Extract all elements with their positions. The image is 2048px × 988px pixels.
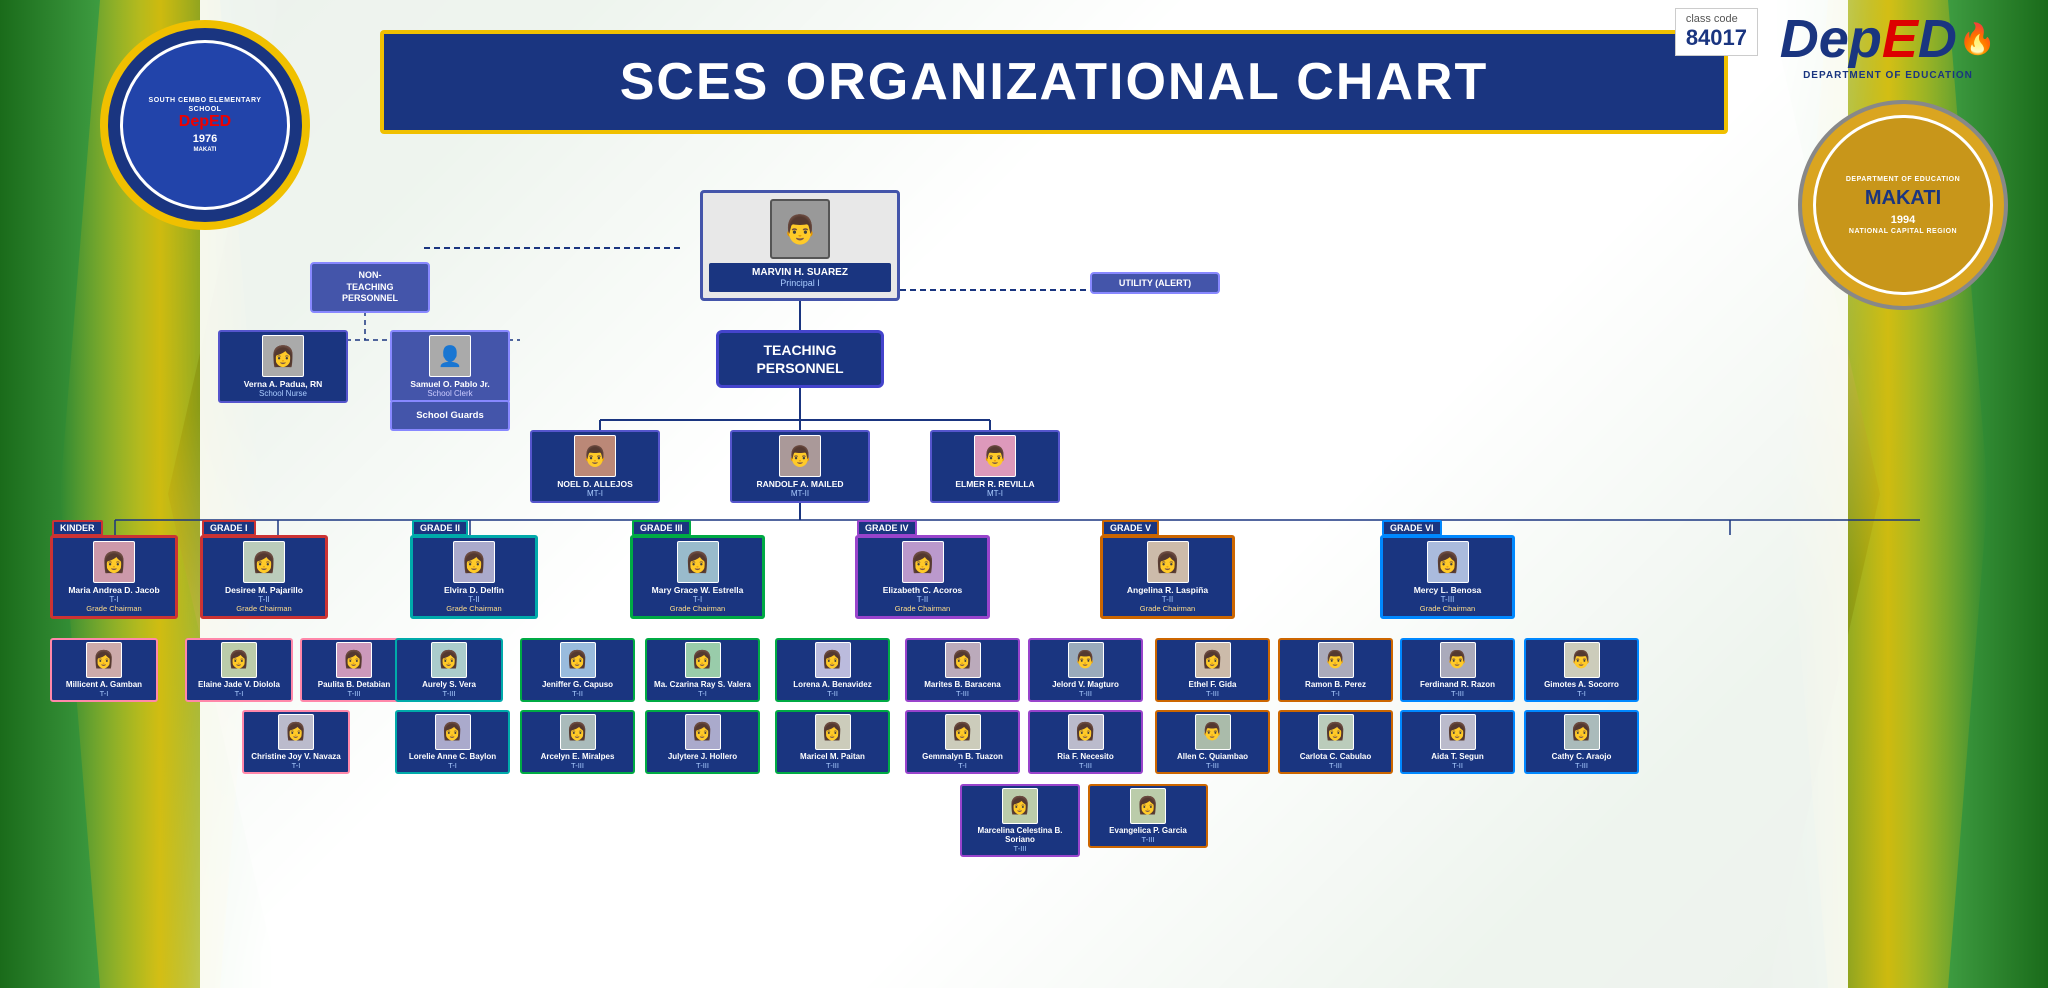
- grade6-teacher-2: 👩 Aida T. Segun T-II: [1400, 710, 1515, 774]
- school-guards-label: School Guards: [396, 410, 504, 421]
- grade6-teacher-3: 👨 Gimotes A. Socorro T-I: [1524, 638, 1639, 702]
- grade1-chairman-name: Desiree M. Pajarillo: [206, 585, 322, 595]
- non-teaching-label: NON-TEACHINGPERSONNEL: [322, 270, 418, 305]
- grade5-teacher-4: 👩 Carlota C. Cabulao T-III: [1278, 710, 1393, 774]
- clerk-name: Samuel O. Pablo Jr.: [395, 379, 505, 389]
- grade1-label: GRADE I: [202, 520, 256, 536]
- class-code-number: 84017: [1686, 25, 1747, 51]
- utility-label: UTILITY (ALERT): [1100, 278, 1210, 288]
- principal-name: MARVIN H. SUAREZ: [713, 267, 887, 278]
- kinder-chairman-name: Maria Andrea D. Jacob: [56, 585, 172, 595]
- grade1-chairman-box: 👩 Desiree M. Pajarillo T-II Grade Chairm…: [200, 535, 328, 619]
- grade3-chairman-box: 👩 Mary Grace W. Estrella T-I Grade Chair…: [630, 535, 765, 619]
- nurse-role: School Nurse: [223, 389, 343, 398]
- mt1-role: MT-I: [535, 489, 655, 498]
- mt3-role: MT-I: [935, 489, 1055, 498]
- mt2-role: MT-II: [735, 489, 865, 498]
- grade5-chairman-box: 👩 Angelina R. Laspiña T-II Grade Chairma…: [1100, 535, 1235, 619]
- title-box: SCES ORGANIZATIONAL CHART: [380, 30, 1728, 134]
- grade3-teacher-5: 👩 Lorena A. Benavidez T-II: [775, 638, 890, 702]
- school-nurse-box: 👩 Verna A. Padua, RN School Nurse: [218, 330, 348, 403]
- grade4-teacher-3: 👩 Gemmalyn B. Tuazon T-I: [905, 710, 1020, 774]
- mt-revilla-box: 👨 ELMER R. REVILLA MT-I: [930, 430, 1060, 503]
- grade2-teacher-1: 👩 Aurely S. Vera T-III: [395, 638, 503, 702]
- grade4-teacher-5: 👩 Marcelina Celestina B. Soriano T-III: [960, 784, 1080, 857]
- non-teaching-box: NON-TEACHINGPERSONNEL: [310, 262, 430, 313]
- teaching-personnel-label: TEACHINGPERSONNEL: [735, 341, 865, 377]
- teaching-personnel-box: TEACHINGPERSONNEL: [716, 330, 884, 388]
- grade5-chairman-name: Angelina R. Laspiña: [1106, 585, 1229, 595]
- grade5-teacher-3: 👨 Ramon B. Perez T-I: [1278, 638, 1393, 702]
- grade3-teacher-4: 👩 Julytere J. Hollero T-III: [645, 710, 760, 774]
- deped-logo: De p E D 🔥 DEPARTMENT OF EDUCATION: [1748, 8, 2028, 81]
- grade3-label: GRADE III: [632, 520, 691, 536]
- main-container: SCES ORGANIZATIONAL CHART class code 840…: [0, 0, 2048, 988]
- grade5-label: GRADE V: [1102, 520, 1159, 536]
- grade3-teacher-3: 👩 Ma. Czarina Ray S. Valera T-I: [645, 638, 760, 702]
- mt-allejos-box: 👨 NOEL D. ALLEJOS MT-I: [530, 430, 660, 503]
- makati-logo: DEPARTMENT OF EDUCATION MAKATI 1994 NATI…: [1798, 100, 2018, 320]
- deped-subtitle: DEPARTMENT OF EDUCATION: [1748, 70, 2028, 81]
- kinder-teacher-1: 👩 Millicent A. Gamban T-I: [50, 638, 158, 702]
- makati-year: 1994: [1891, 214, 1915, 226]
- grade2-teacher-2: 👩 Lorelie Anne C. Baylon T-I: [395, 710, 510, 774]
- school-guards-box: School Guards: [390, 400, 510, 431]
- mt1-name: NOEL D. ALLEJOS: [535, 479, 655, 489]
- utility-box: UTILITY (ALERT): [1090, 272, 1220, 294]
- class-code-box: class code 84017: [1675, 8, 1758, 56]
- grade3-teacher-2: 👩 Arcelyn E. Miralpes T-III: [520, 710, 635, 774]
- nurse-name: Verna A. Padua, RN: [223, 379, 343, 389]
- mt-mailed-box: 👨 RANDOLF A. MAILED MT-II: [730, 430, 870, 503]
- grade5-teacher-5: 👩 Evangelica P. Garcia T-III: [1088, 784, 1208, 848]
- page-title: SCES ORGANIZATIONAL CHART: [404, 52, 1704, 112]
- grade1-teacher-1: 👩 Elaine Jade V. Diolola T-I: [185, 638, 293, 702]
- grade6-label: GRADE VI: [1382, 520, 1442, 536]
- grade4-chairman-box: 👩 Elizabeth C. Acoros T-II Grade Chairma…: [855, 535, 990, 619]
- grade6-chairman-name: Mercy L. Benosa: [1386, 585, 1509, 595]
- grade2-chairman-box: 👩 Elvira D. Delfin T-II Grade Chairman: [410, 535, 538, 619]
- clerk-role: School Clerk: [395, 389, 505, 398]
- makati-sub2: NATIONAL CAPITAL REGION: [1849, 228, 1957, 235]
- principal-role: Principal I: [713, 278, 887, 288]
- makati-label: MAKATI: [1865, 187, 1941, 210]
- mt2-name: RANDOLF A. MAILED: [735, 479, 865, 489]
- grade2-chairman-name: Elvira D. Delfin: [416, 585, 532, 595]
- grade6-teacher-1: 👨 Ferdinand R. Razon T-III: [1400, 638, 1515, 702]
- grade5-teacher-1: 👩 Ethel F. Gida T-III: [1155, 638, 1270, 702]
- grade3-teacher-1: 👩 Jeniffer G. Capuso T-II: [520, 638, 635, 702]
- school-clerk-box: 👤 Samuel O. Pablo Jr. School Clerk: [390, 330, 510, 403]
- grade4-chairman-name: Elizabeth C. Acoros: [861, 585, 984, 595]
- grade1-teacher-2: 👩 Paulita B. Detabian T-III: [300, 638, 408, 702]
- mt3-name: ELMER R. REVILLA: [935, 479, 1055, 489]
- grade6-chairman-box: 👩 Mercy L. Benosa T-III Grade Chairman: [1380, 535, 1515, 619]
- grade6-teacher-4: 👩 Cathy C. Araojo T-III: [1524, 710, 1639, 774]
- class-code-label: class code: [1686, 13, 1747, 25]
- grade3-chairman-name: Mary Grace W. Estrella: [636, 585, 759, 595]
- grade3-teacher-6: 👩 Maricel M. Paitan T-III: [775, 710, 890, 774]
- grade2-label: GRADE II: [412, 520, 468, 536]
- school-logo: SOUTH CEMBO ELEMENTARY SCHOOL DepED 1976…: [100, 20, 320, 240]
- grade1-teacher-3: 👩 Christine Joy V. Navaza T-I: [242, 710, 350, 774]
- grade4-teacher-4: 👩 Ria F. Necesito T-III: [1028, 710, 1143, 774]
- makati-sub1: DEPARTMENT OF EDUCATION: [1846, 176, 1960, 183]
- kinder-label: KINDER: [52, 520, 103, 536]
- grade4-teacher-2: 👨 Jelord V. Magturo T-III: [1028, 638, 1143, 702]
- principal-container: 👨 MARVIN H. SUAREZ Principal I: [700, 190, 900, 301]
- grade5-teacher-2: 👨 Allen C. Quiambao T-III: [1155, 710, 1270, 774]
- grade4-label: GRADE IV: [857, 520, 917, 536]
- grade4-teacher-1: 👩 Marites B. Baracena T-III: [905, 638, 1020, 702]
- kinder-chairman-box: 👩 Maria Andrea D. Jacob T-I Grade Chairm…: [50, 535, 178, 619]
